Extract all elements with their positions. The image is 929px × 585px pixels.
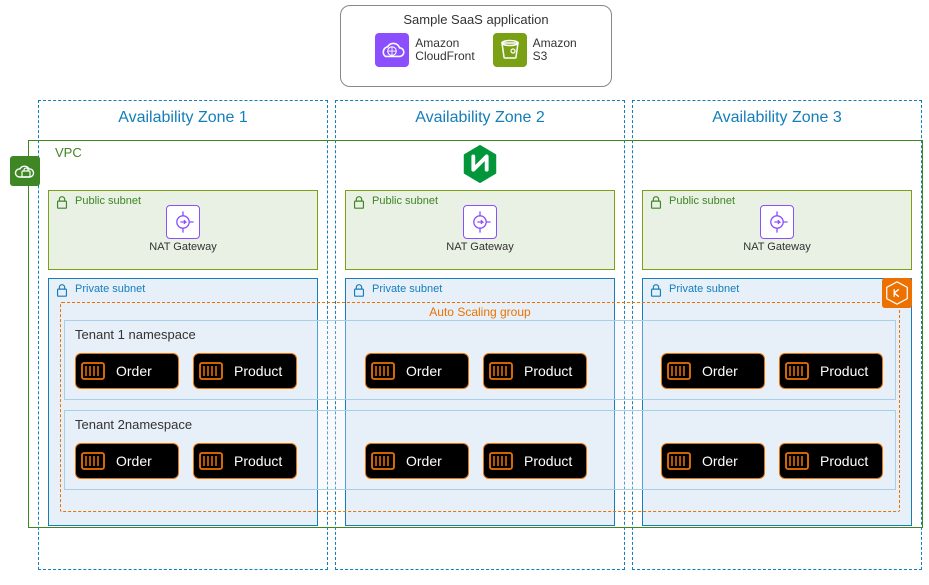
service-cloudfront: Amazon CloudFront — [375, 33, 474, 67]
chip-label: Order — [116, 363, 152, 379]
chip-label: Product — [524, 453, 572, 469]
tenant2-az2-services: Order Product — [365, 443, 587, 479]
service-product: Product — [779, 443, 883, 479]
lock-icon — [54, 282, 70, 298]
nat-label: NAT Gateway — [133, 241, 233, 253]
service-order: Order — [75, 443, 179, 479]
chip-label: Order — [116, 453, 152, 469]
public-subnet-label: Public subnet — [372, 195, 438, 207]
public-subnet-az1: Public subnet NAT Gateway — [48, 190, 318, 270]
service-product: Product — [483, 353, 587, 389]
nat-gateway-az1: NAT Gateway — [133, 205, 233, 253]
nat-gateway-icon — [463, 205, 497, 239]
service-order: Order — [661, 443, 765, 479]
chip-label: Product — [524, 363, 572, 379]
vpc-label: VPC — [55, 145, 82, 160]
service-order: Order — [365, 443, 469, 479]
chip-label: Order — [702, 453, 738, 469]
tenant1-az2-services: Order Product — [365, 353, 587, 389]
nginx-icon — [459, 143, 501, 185]
lock-icon — [351, 194, 367, 210]
private-subnet-label: Private subnet — [372, 283, 442, 295]
service-order: Order — [75, 353, 179, 389]
nat-label: NAT Gateway — [430, 241, 530, 253]
cloudfront-label: Amazon CloudFront — [415, 37, 474, 63]
saas-services: Amazon CloudFront Amazon S3 — [349, 33, 603, 67]
chip-label: Order — [406, 363, 442, 379]
chip-label: Order — [702, 363, 738, 379]
chip-label: Product — [820, 453, 868, 469]
service-order: Order — [365, 353, 469, 389]
az2-title: Availability Zone 2 — [336, 109, 624, 127]
private-subnet-label: Private subnet — [669, 283, 739, 295]
s3-label: Amazon S3 — [533, 37, 577, 63]
private-subnet-label: Private subnet — [75, 283, 145, 295]
tenant2-az1-services: Order Product — [75, 443, 297, 479]
vpc-icon — [10, 156, 40, 186]
public-subnet-az2: Public subnet NAT Gateway — [345, 190, 615, 270]
nat-gateway-icon — [166, 205, 200, 239]
public-subnet-label: Public subnet — [669, 195, 735, 207]
chip-label: Product — [820, 363, 868, 379]
tenant1-az1-services: Order Product — [75, 353, 297, 389]
eks-icon — [882, 278, 912, 308]
nat-gateway-az2: NAT Gateway — [430, 205, 530, 253]
service-s3: Amazon S3 — [493, 33, 577, 67]
service-product: Product — [193, 443, 297, 479]
service-product: Product — [779, 353, 883, 389]
asg-title: Auto Scaling group — [61, 305, 899, 319]
saas-app-box: Sample SaaS application Amazon CloudFron… — [340, 5, 612, 87]
az1-title: Availability Zone 1 — [39, 109, 327, 127]
lock-icon — [648, 194, 664, 210]
nat-gateway-icon — [760, 205, 794, 239]
public-subnet-az3: Public subnet NAT Gateway — [642, 190, 912, 270]
tenant1-az3-services: Order Product — [661, 353, 883, 389]
tenant-2-namespace: Tenant 2namespace Order Product Order Pr… — [64, 410, 896, 490]
nat-gateway-az3: NAT Gateway — [727, 205, 827, 253]
service-order: Order — [661, 353, 765, 389]
public-subnet-label: Public subnet — [75, 195, 141, 207]
service-product: Product — [193, 353, 297, 389]
chip-label: Product — [234, 363, 282, 379]
service-product: Product — [483, 443, 587, 479]
tenant2-label: Tenant 2namespace — [75, 417, 192, 432]
cloudfront-icon — [375, 33, 409, 67]
s3-icon — [493, 33, 527, 67]
tenant1-label: Tenant 1 namespace — [75, 327, 196, 342]
lock-icon — [54, 194, 70, 210]
chip-label: Order — [406, 453, 442, 469]
lock-icon — [648, 282, 664, 298]
nat-label: NAT Gateway — [727, 241, 827, 253]
tenant-1-namespace: Tenant 1 namespace Order Product Order P… — [64, 320, 896, 400]
saas-title: Sample SaaS application — [349, 12, 603, 27]
tenant2-az3-services: Order Product — [661, 443, 883, 479]
lock-icon — [351, 282, 367, 298]
chip-label: Product — [234, 453, 282, 469]
az3-title: Availability Zone 3 — [633, 109, 921, 127]
